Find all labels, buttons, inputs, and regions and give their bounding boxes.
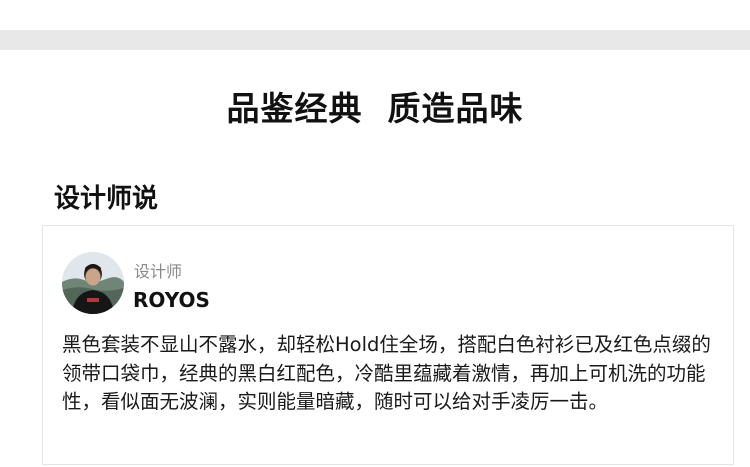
designer-avatar[interactable] — [62, 252, 124, 314]
top-divider-band — [0, 30, 750, 50]
designer-name: ROYOS — [133, 288, 210, 312]
designer-card: 设计师 ROYOS 黑色套装不显山不露水，却轻松Hold住全场，搭配白色衬衫已及… — [42, 225, 734, 465]
designer-portrait-icon — [62, 252, 124, 314]
page-title: 品鉴经典 质造品味 — [226, 89, 524, 128]
designer-section-heading: 设计师说 — [54, 184, 159, 214]
designer-quote: 黑色套装不显山不露水，却轻松Hold住全场，搭配白色衬衫已及红色点缀的领带口袋巾… — [62, 333, 711, 413]
designer-role-label: 设计师 — [134, 262, 183, 281]
